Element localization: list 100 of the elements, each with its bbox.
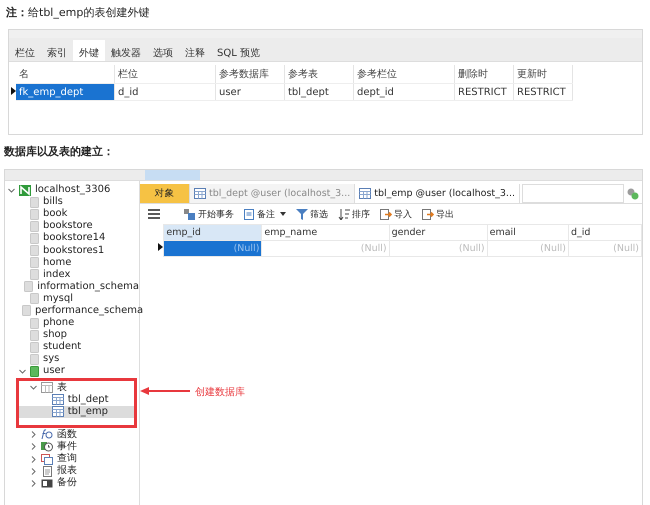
database-icon [30,293,39,304]
toolbar-button[interactable]: 筛选 [294,208,330,220]
database-icon [30,342,39,353]
chevron-down-icon[interactable] [18,368,26,375]
chevron-down-icon[interactable] [30,384,36,392]
export-icon [422,208,434,220]
tab[interactable]: SQL 预览 [211,40,266,61]
chevron-down-icon[interactable] [8,186,14,194]
table-icon [359,188,372,199]
toolbar-button[interactable] [146,209,162,219]
tree-item[interactable]: shop [5,329,139,342]
tree-item[interactable]: 函数 [5,428,139,441]
filter-icon [296,208,308,220]
tree-item[interactable]: phone [5,317,139,330]
column-header: d_id [568,224,642,240]
tab[interactable]: 栏位 [9,40,41,61]
tree-item[interactable]: tbl_dept [19,394,134,406]
table-icon [52,406,64,418]
query-icon [41,454,53,465]
database-icon [30,232,39,244]
tree-item[interactable]: home [5,256,139,269]
plug-icon[interactable] [627,188,639,200]
column-header: emp_name [262,224,390,240]
chevron-right-icon[interactable] [30,468,36,475]
menu-icon [148,209,160,219]
toolbar-button[interactable]: 备注 [242,208,288,220]
tree-item[interactable]: bills [5,196,139,208]
tab[interactable]: 对象 [140,184,190,203]
clock-icon [41,441,53,452]
table-cell: (Null) [164,240,262,256]
report-icon [41,466,53,477]
import-icon [380,208,392,220]
backup-icon [41,478,53,489]
column-header: 栏位 [114,65,216,84]
tab[interactable]: 触发器 [105,40,147,61]
column-header: 参考栏位 [354,65,454,84]
tree-item[interactable]: 表 [19,382,134,394]
chevron-right-icon[interactable] [30,431,36,438]
table-cell: d_id [114,84,216,100]
function-icon [41,429,53,440]
tree-item[interactable]: sys [5,353,139,366]
column-header: 参考表 [284,65,354,84]
tree-item[interactable]: bookstores1 [5,244,139,257]
toolbar-button[interactable]: 导入 [378,208,414,220]
toolbar-button[interactable]: 排序 [336,208,372,220]
tree-item[interactable]: localhost_3306 [5,184,139,196]
document-icon [244,208,255,220]
caret-icon[interactable] [280,212,286,216]
database-icon [30,330,39,341]
column-header: gender [389,224,488,240]
column-header: 删除时 [454,65,514,84]
tree-item[interactable]: mysql [5,292,139,305]
chevron-right-icon[interactable] [30,480,36,487]
table-cell: (Null) [262,240,390,256]
tree-item[interactable]: index [5,268,139,281]
chevron-right-icon[interactable] [30,443,36,450]
column-header: emp_id [164,224,262,240]
tab[interactable]: 选项 [147,40,179,61]
tree-item[interactable]: 事件 [5,440,139,453]
arrow [140,386,190,396]
database-icon [30,257,39,268]
section-heading: 数据库以及表的建立： [2,144,115,160]
tree-item[interactable]: information_schema [5,280,139,293]
tab[interactable]: 索引 [41,40,73,61]
tree-item[interactable]: book [5,208,139,220]
database-icon [24,281,34,292]
column-header: email [487,224,568,240]
table-icon [52,394,64,406]
sort-icon [338,208,350,220]
table-cell: tbl_dept [284,84,354,100]
table-cell: user [216,84,284,100]
tab[interactable]: 注释 [179,40,211,61]
tree-item[interactable]: bookstore [5,220,139,232]
database-icon [30,318,39,329]
tree-item[interactable]: 报表 [5,465,139,478]
toolbar-button[interactable]: 导出 [420,208,456,220]
tree-item[interactable]: user [5,365,139,378]
transaction-icon [184,208,196,220]
database-icon [30,196,39,208]
table-cell: RESTRICT [454,84,514,100]
tab[interactable]: 外键 [73,40,105,61]
column-header: 更新时 [514,65,572,84]
server-icon [19,184,31,196]
tree-item[interactable]: 备份 [5,477,139,490]
tree-item[interactable]: tbl_emp [19,406,134,418]
table-cell: fk_emp_dept [16,84,114,100]
chevron-right-icon[interactable] [30,456,36,463]
note-text: 注：给tbl_emp的表创建外键 [5,5,150,21]
tree-item[interactable]: bookstore14 [5,232,139,244]
table-icon [41,382,53,394]
database-icon [30,366,39,377]
table-cell: (Null) [389,240,488,256]
table-cell: RESTRICT [514,84,572,100]
toolbar-button[interactable]: 开始事务 [182,208,236,220]
table-cell: (Null) [568,240,642,256]
table-icon [194,188,206,199]
annotation-text: 创建数据库 [195,386,245,399]
database-icon [30,220,39,232]
tree-item[interactable]: 查询 [5,452,139,466]
tree-item[interactable]: student [5,341,139,354]
